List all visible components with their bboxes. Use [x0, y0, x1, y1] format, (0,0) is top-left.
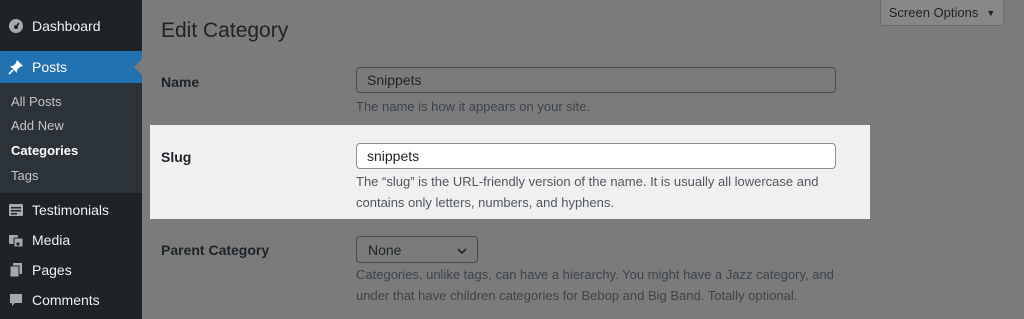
parent-category-description: Categories, unlike tags, can have a hier…: [356, 267, 834, 303]
posts-submenu: All Posts Add New Categories Tags: [0, 83, 142, 193]
testimonials-icon: [8, 202, 24, 218]
name-label: Name: [161, 74, 200, 90]
sidebar-item-label: Pages: [32, 262, 72, 278]
screen-options-button[interactable]: Screen Options ▼: [880, 0, 1004, 26]
submenu-item-tags[interactable]: Tags: [11, 168, 38, 183]
name-description: The name is how it appears on your site.: [356, 99, 591, 114]
sidebar-item-media[interactable]: Media: [0, 225, 142, 255]
admin-sidebar: Dashboard Posts All Posts Add New Catego…: [0, 0, 142, 319]
screen-options-label: Screen Options: [888, 5, 979, 20]
pushpin-icon: [8, 59, 24, 75]
pages-icon: [8, 262, 24, 278]
sidebar-item-testimonials[interactable]: Testimonials: [0, 195, 142, 225]
sidebar-item-label: Comments: [32, 292, 100, 308]
parent-category-label: Parent Category: [161, 242, 270, 258]
submenu-item-add-new[interactable]: Add New: [11, 118, 64, 133]
sidebar-item-label: Dashboard: [32, 18, 101, 34]
media-icon: [8, 232, 24, 248]
parent-category-selected: None: [368, 241, 402, 258]
sidebar-item-label: Media: [32, 232, 71, 248]
slug-label: Slug: [161, 149, 192, 165]
sidebar-item-posts[interactable]: Posts: [0, 51, 142, 83]
parent-category-select[interactable]: None: [356, 236, 478, 263]
dashboard-icon: [8, 18, 24, 34]
page-title: Edit Category: [161, 19, 289, 42]
submenu-item-categories[interactable]: Categories: [11, 143, 78, 158]
caret-down-icon: ▼: [986, 7, 996, 18]
sidebar-item-dashboard[interactable]: Dashboard: [0, 11, 142, 41]
comments-icon: [8, 292, 24, 308]
name-input[interactable]: [356, 67, 836, 93]
sidebar-item-label: Posts: [32, 59, 68, 75]
sidebar-item-pages[interactable]: Pages: [0, 255, 142, 285]
chevron-down-icon: [456, 244, 468, 260]
slug-description: The “slug” is the URL-friendly version o…: [356, 174, 819, 210]
slug-input[interactable]: [356, 143, 836, 169]
submenu-item-all-posts[interactable]: All Posts: [11, 94, 62, 109]
sidebar-item-comments[interactable]: Comments: [0, 285, 142, 315]
sidebar-item-label: Testimonials: [32, 202, 110, 218]
